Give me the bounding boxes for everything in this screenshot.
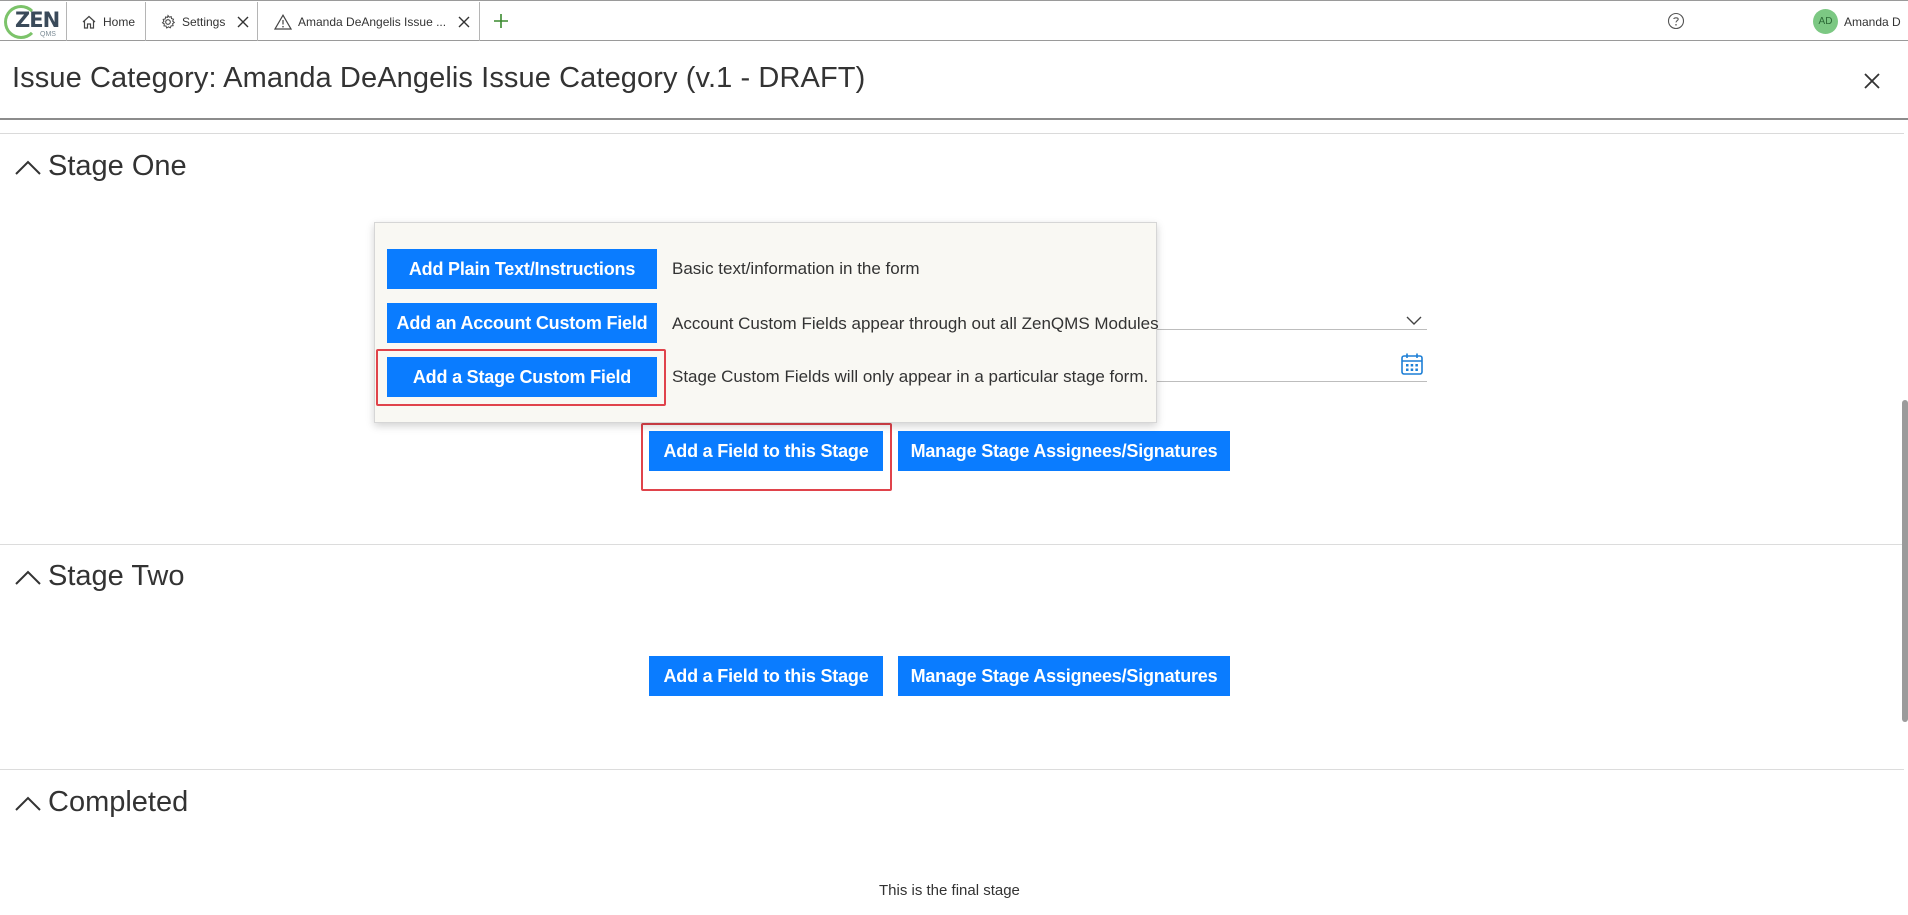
manage-assignees-button[interactable]: Manage Stage Assignees/Signatures — [898, 656, 1230, 696]
stage-title: Stage One — [48, 150, 187, 182]
header-divider — [0, 118, 1908, 120]
zenqms-logo[interactable]: ZEN QMS — [0, 2, 67, 41]
chevron-down-icon[interactable] — [1406, 314, 1422, 326]
chevron-up-icon — [15, 796, 41, 811]
add-field-highlight — [641, 423, 892, 491]
tab-bar: ZEN QMS Home Settings Amanda DeAngelis I… — [0, 0, 1908, 41]
help-icon[interactable] — [1667, 12, 1685, 30]
manage-assignees-button[interactable]: Manage Stage Assignees/Signatures — [898, 431, 1230, 471]
avatar[interactable]: AD — [1813, 9, 1838, 34]
logo-text: ZEN — [15, 8, 60, 32]
add-account-custom-field-button[interactable]: Add an Account Custom Field — [387, 303, 657, 343]
close-tab-icon[interactable] — [458, 16, 470, 28]
stage-custom-field-highlight — [376, 349, 666, 406]
tab-issue-category[interactable]: Amanda DeAngelis Issue ... — [259, 2, 480, 41]
stage-one-header[interactable]: Stage One — [14, 150, 187, 183]
menu-item-description: Account Custom Fields appear through out… — [672, 314, 1159, 333]
logo-subtext: QMS — [40, 31, 56, 38]
stage-divider — [0, 769, 1904, 770]
home-icon — [82, 15, 96, 29]
tab-settings-label: Settings — [182, 14, 226, 29]
final-stage-text: This is the final stage — [879, 882, 1020, 899]
vertical-scrollbar[interactable] — [1902, 400, 1908, 722]
add-plain-text-button[interactable]: Add Plain Text/Instructions — [387, 249, 657, 289]
chevron-up-icon — [15, 160, 41, 175]
stage-two-header[interactable]: Stage Two — [14, 560, 185, 593]
stage-divider — [0, 544, 1904, 545]
tab-home[interactable]: Home — [68, 2, 146, 41]
content-top-divider — [0, 133, 1904, 134]
tab-settings[interactable]: Settings — [147, 2, 258, 41]
add-field-button[interactable]: Add a Field to this Stage — [649, 656, 883, 696]
stage-title: Stage Two — [48, 560, 185, 592]
warning-icon — [274, 13, 292, 30]
close-icon[interactable] — [1863, 72, 1881, 90]
tab-issue-label: Amanda DeAngelis Issue ... — [298, 14, 447, 29]
close-tab-icon[interactable] — [237, 16, 249, 28]
add-field-menu: Add Plain Text/Instructions Basic text/i… — [374, 222, 1159, 423]
menu-item-description: Stage Custom Fields will only appear in … — [672, 367, 1149, 386]
gear-icon — [161, 13, 176, 29]
tab-home-label: Home — [103, 14, 136, 29]
menu-item-description: Basic text/information in the form — [672, 259, 920, 278]
page-title: Issue Category: Amanda DeAngelis Issue C… — [12, 62, 866, 94]
chevron-up-icon — [15, 570, 41, 585]
completed-stage-header[interactable]: Completed — [14, 786, 188, 819]
date-field-underline — [1157, 381, 1427, 382]
user-name[interactable]: Amanda D — [1844, 15, 1901, 29]
calendar-icon[interactable] — [1400, 352, 1424, 376]
add-tab-icon[interactable] — [490, 10, 512, 32]
form-field-underline — [1157, 329, 1427, 330]
stage-title: Completed — [48, 786, 189, 818]
